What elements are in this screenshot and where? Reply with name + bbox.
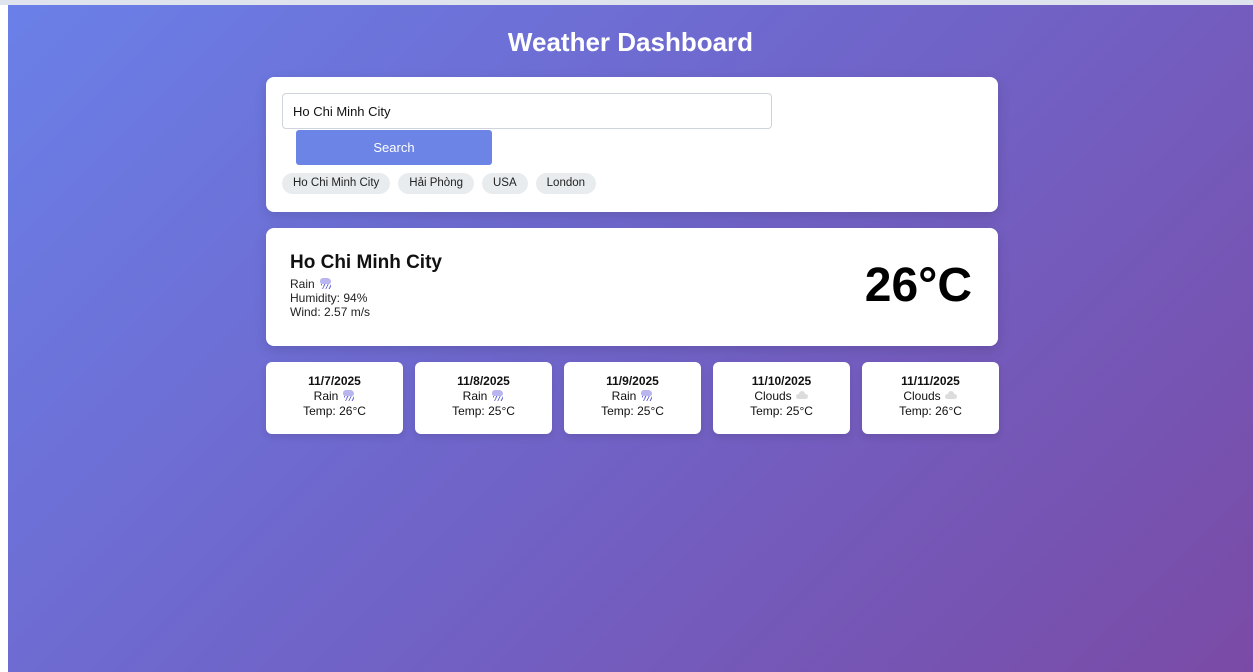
forecast-condition-row: Rain <box>564 389 701 404</box>
forecast-date: 11/11/2025 <box>901 374 960 388</box>
forecast-card: 11/8/2025 Rain Temp: 25°C <box>415 362 552 434</box>
rain-icon <box>318 277 332 289</box>
forecast-temp: Temp: 25°C <box>601 404 664 418</box>
forecast-condition: Rain <box>611 389 637 403</box>
current-wind: Wind: 2.57 m/s <box>290 305 371 319</box>
forecast-card: 11/9/2025 Rain Temp: 25°C <box>564 362 701 434</box>
search-card: Search Ho Chi Minh City Hải Phòng USA Lo… <box>266 77 998 212</box>
current-condition-row: Rain <box>290 277 370 291</box>
forecast-temp: Temp: 25°C <box>452 404 515 418</box>
forecast-condition: Rain <box>313 389 339 403</box>
search-button[interactable]: Search <box>296 130 492 165</box>
forecast-temp: Temp: 26°C <box>899 404 962 418</box>
page-background: Weather Dashboard Search Ho Chi Minh Cit… <box>8 5 1253 672</box>
forecast-condition: Clouds <box>903 389 941 403</box>
forecast-date: 11/10/2025 <box>751 374 812 388</box>
forecast-condition: Rain <box>462 389 488 403</box>
forecast-date: 11/9/2025 <box>606 374 659 388</box>
forecast-card: 11/11/2025 Clouds Temp: 26°C <box>862 362 999 434</box>
rain-icon <box>341 389 355 401</box>
rain-icon <box>639 389 653 401</box>
current-condition: Rain <box>290 277 315 291</box>
chip-usa[interactable]: USA <box>482 173 528 194</box>
forecast-condition-row: Rain <box>415 389 552 404</box>
forecast-condition-row: Clouds <box>713 389 850 404</box>
forecast-row: 11/7/2025 Rain Temp: 26°C 11/8/2025 Rain… <box>266 362 999 434</box>
cloud-icon <box>944 390 958 400</box>
forecast-temp: Temp: 25°C <box>750 404 813 418</box>
page-title: Weather Dashboard <box>507 27 754 57</box>
forecast-condition: Clouds <box>754 389 792 403</box>
chip-ho-chi-minh-city[interactable]: Ho Chi Minh City <box>282 173 391 194</box>
forecast-date: 11/8/2025 <box>457 374 510 388</box>
forecast-date: 11/7/2025 <box>308 374 361 388</box>
forecast-temp: Temp: 26°C <box>303 404 366 418</box>
current-humidity: Humidity: 94% <box>290 291 368 305</box>
city-search-input[interactable] <box>282 93 772 129</box>
chip-hai-phong[interactable]: Hải Phòng <box>398 173 474 194</box>
cloud-icon <box>795 390 809 400</box>
forecast-card: 11/7/2025 Rain Temp: 26°C <box>266 362 403 434</box>
forecast-card: 11/10/2025 Clouds Temp: 25°C <box>713 362 850 434</box>
rain-icon <box>490 389 504 401</box>
current-temperature: 26°C <box>864 259 972 312</box>
current-details: Rain Humidity: 94% Wind: 2.57 m/s <box>290 277 370 319</box>
current-weather-card: Ho Chi Minh City Rain Humidity: 94% Wind… <box>266 228 998 346</box>
chip-london[interactable]: London <box>535 173 597 194</box>
forecast-condition-row: Clouds <box>862 389 999 404</box>
current-city-name: Ho Chi Minh City <box>290 252 442 273</box>
quick-city-chips: Ho Chi Minh City Hải Phòng USA London <box>282 173 597 194</box>
forecast-condition-row: Rain <box>266 389 403 404</box>
